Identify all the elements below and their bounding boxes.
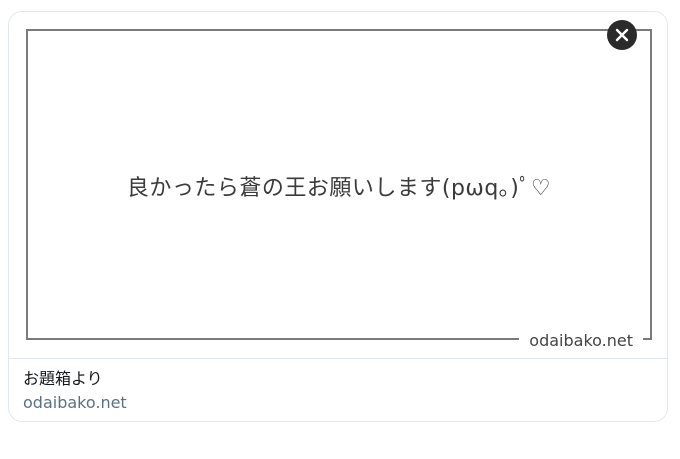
card-divider <box>9 358 667 359</box>
close-icon <box>615 28 629 42</box>
preview-image[interactable]: 良かったら蒼の王お願いします(pωq｡)ﾟ♡ odaibako.net <box>9 12 667 358</box>
card-domain-link[interactable]: odaibako.net <box>23 392 127 414</box>
image-watermark: odaibako.net <box>519 329 643 353</box>
close-button[interactable] <box>607 20 637 50</box>
card-title: お題箱より <box>23 369 103 388</box>
link-preview-card[interactable]: 良かったら蒼の王お願いします(pωq｡)ﾟ♡ odaibako.net お題箱よ… <box>8 11 668 422</box>
preview-message: 良かったら蒼の王お願いします(pωq｡)ﾟ♡ <box>126 176 552 201</box>
card-meta[interactable]: お題箱より odaibako.net <box>23 368 653 414</box>
